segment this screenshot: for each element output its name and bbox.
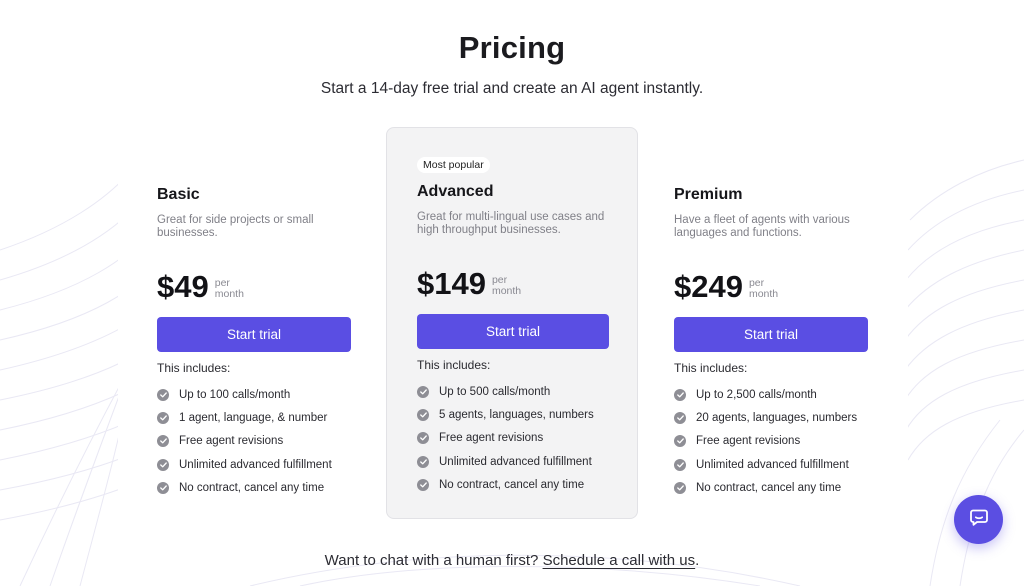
check-icon	[157, 388, 169, 401]
feature-text: 1 agent, language, & number	[179, 411, 328, 424]
plan-name: Basic	[157, 186, 200, 203]
price-period-label: month	[748, 288, 779, 300]
page-title: Pricing	[458, 30, 566, 65]
check-icon	[674, 435, 686, 448]
start-trial-button-advanced[interactable]: Start trial	[417, 314, 609, 349]
feature-item: Unlimited advanced fulfillment	[674, 453, 868, 476]
feature-text: Up to 2,500 calls/month	[696, 388, 817, 401]
price-row: $249 per month	[674, 266, 868, 302]
feature-text: Unlimited advanced fulfillment	[696, 458, 849, 471]
page-subtitle: Start a 14-day free trial and create an …	[320, 80, 704, 97]
feature-text: No contract, cancel any time	[179, 481, 325, 494]
plan-description: Have a fleet of agents with various lang…	[674, 214, 850, 239]
check-icon	[674, 388, 686, 401]
feature-item: Up to 500 calls/month	[417, 380, 607, 403]
includes-label: This includes:	[157, 361, 231, 375]
price-row: $149 per month	[417, 263, 607, 299]
chat-widget-button[interactable]	[954, 495, 1003, 544]
footer-text: Want to chat with a human first?	[324, 552, 539, 569]
feature-item: No contract, cancel any time	[674, 476, 868, 499]
feature-text: 5 agents, languages, numbers	[439, 408, 594, 421]
start-trial-button-premium[interactable]: Start trial	[674, 317, 868, 352]
includes-label: This includes:	[417, 358, 491, 372]
check-icon	[674, 481, 686, 494]
plan-card-premium: Premium Have a fleet of agents with vari…	[674, 186, 868, 499]
feature-item: Free agent revisions	[157, 430, 351, 453]
price-period: per month	[749, 278, 778, 302]
pricing-page: Pricing Start a 14-day free trial and cr…	[0, 0, 1024, 586]
schedule-call-link[interactable]: Schedule a call with us	[543, 552, 696, 569]
feature-text: No contract, cancel any time	[439, 478, 585, 491]
feature-text: Free agent revisions	[696, 435, 801, 448]
plan-description: Great for side projects or small busines…	[157, 214, 314, 239]
feature-item: Free agent revisions	[674, 430, 868, 453]
feature-text: Free agent revisions	[439, 432, 544, 445]
price-period-label: month	[214, 288, 244, 300]
feature-item: No contract, cancel any time	[157, 476, 351, 499]
plan-name: Advanced	[417, 183, 494, 200]
footer-suffix: .	[695, 552, 700, 569]
start-trial-button-basic[interactable]: Start trial	[157, 317, 351, 352]
feature-text: Free agent revisions	[179, 435, 284, 448]
feature-item: No contract, cancel any time	[417, 473, 607, 496]
check-icon	[157, 481, 169, 494]
plan-price: $49	[157, 269, 209, 304]
price-period: per month	[215, 278, 244, 302]
check-icon	[157, 458, 169, 471]
includes-label: This includes:	[674, 361, 748, 375]
check-icon	[417, 408, 429, 421]
price-row: $49 per month	[157, 266, 351, 302]
feature-text: Up to 100 calls/month	[179, 388, 291, 401]
plan-name: Premium	[674, 186, 743, 203]
price-period-label: month	[491, 285, 522, 297]
check-icon	[417, 385, 429, 398]
feature-item: Free agent revisions	[417, 427, 607, 450]
plan-price: $149	[417, 266, 486, 301]
chat-bubble-icon	[969, 507, 989, 532]
price-period: per month	[492, 275, 521, 299]
check-icon	[674, 458, 686, 471]
feature-item: 20 agents, languages, numbers	[674, 406, 868, 429]
footer-cta: Want to chat with a human first? Schedul…	[0, 552, 1024, 569]
feature-list: Up to 100 calls/month 1 agent, language,…	[157, 383, 351, 499]
feature-item: Unlimited advanced fulfillment	[417, 450, 607, 473]
feature-item: Up to 100 calls/month	[157, 383, 351, 406]
feature-list: Up to 2,500 calls/month 20 agents, langu…	[674, 383, 868, 499]
feature-text: No contract, cancel any time	[696, 481, 842, 494]
feature-text: Unlimited advanced fulfillment	[439, 455, 592, 468]
feature-item: Up to 2,500 calls/month	[674, 383, 868, 406]
feature-text: Up to 500 calls/month	[439, 385, 551, 398]
most-popular-badge: Most popular	[417, 157, 490, 173]
plan-price: $249	[674, 269, 743, 304]
feature-item: Unlimited advanced fulfillment	[157, 453, 351, 476]
feature-text: Unlimited advanced fulfillment	[179, 458, 332, 471]
feature-item: 1 agent, language, & number	[157, 406, 351, 429]
plan-description: Great for multi-lingual use cases and hi…	[417, 211, 605, 236]
feature-text: 20 agents, languages, numbers	[696, 411, 858, 424]
feature-list: Up to 500 calls/month 5 agents, language…	[417, 380, 607, 496]
check-icon	[417, 455, 429, 468]
plan-card-advanced: Most popular Advanced Great for multi-li…	[386, 127, 638, 519]
check-icon	[674, 411, 686, 424]
plan-card-basic: Basic Great for side projects or small b…	[157, 186, 351, 499]
check-icon	[417, 432, 429, 445]
feature-item: 5 agents, languages, numbers	[417, 403, 607, 426]
check-icon	[157, 411, 169, 424]
check-icon	[417, 478, 429, 491]
check-icon	[157, 435, 169, 448]
